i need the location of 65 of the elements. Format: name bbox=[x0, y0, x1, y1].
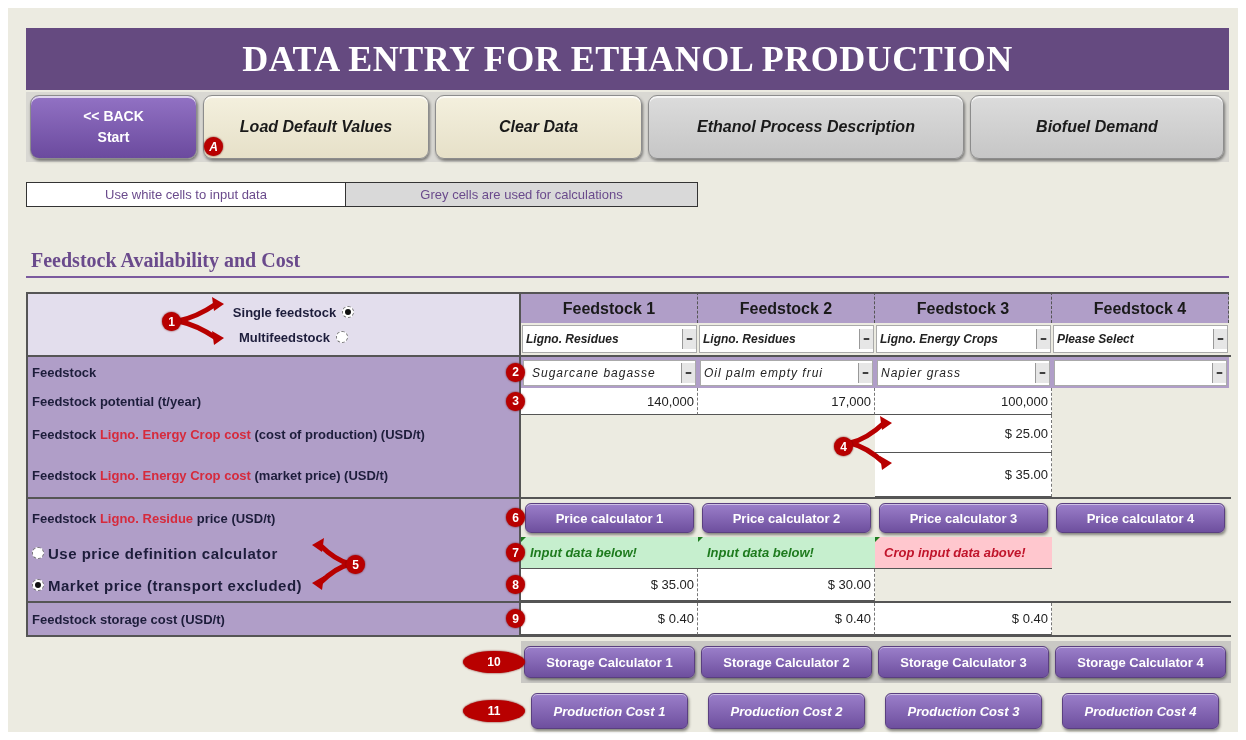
radio-button[interactable] bbox=[342, 306, 355, 318]
column-header: Feedstock 3 bbox=[875, 292, 1052, 323]
callout-marker: 1 bbox=[162, 312, 181, 331]
nav-button[interactable]: << BACK Start bbox=[30, 95, 197, 159]
value-cell[interactable]: $ 25.00 bbox=[875, 415, 1052, 453]
storage-calculator-button[interactable]: Storage Calculator 4 bbox=[1055, 646, 1226, 678]
column-header: Feedstock 4 bbox=[1052, 292, 1229, 323]
nav-button[interactable]: Load Default Values A bbox=[203, 95, 429, 159]
callout-marker: 10 bbox=[463, 651, 525, 673]
status-cell: Input data below! bbox=[698, 537, 875, 569]
dropdown-field[interactable]: Ligno. Energy Crops bbox=[876, 325, 1051, 353]
production-cost-button[interactable]: Production Cost 3 bbox=[885, 693, 1042, 729]
row-label: Feedstock storage cost (USD/t) bbox=[32, 611, 225, 627]
value-cell[interactable]: $ 0.40 bbox=[698, 603, 875, 635]
section-title: Feedstock Availability and Cost bbox=[26, 249, 1229, 278]
value-cell[interactable]: 100,000 bbox=[875, 388, 1052, 415]
dropdown-field[interactable]: Please Select bbox=[1053, 325, 1228, 353]
row-label: Feedstock Ligno. Energy Crop cost (cost of production) (USD/t) bbox=[32, 426, 425, 442]
status-cell: Crop input data above! bbox=[875, 537, 1052, 569]
nav-button[interactable]: Ethanol Process Description bbox=[648, 95, 964, 159]
value-cell[interactable]: $ 35.00 bbox=[875, 453, 1052, 497]
option-label: Use price definition calculator bbox=[48, 544, 278, 562]
value-cell[interactable]: $ 35.00 bbox=[521, 569, 698, 601]
value-cell[interactable]: 140,000 bbox=[521, 388, 698, 415]
callout-marker: A bbox=[204, 137, 223, 156]
storage-calculator-button[interactable]: Storage Calculator 2 bbox=[701, 646, 872, 678]
option-label: Multifeedstock bbox=[239, 329, 330, 345]
column-header: Feedstock 1 bbox=[521, 292, 698, 323]
option-label: Market price (transport excluded) bbox=[48, 576, 303, 594]
row-label: Feedstock Ligno. Residue price (USD/t) bbox=[32, 510, 276, 526]
legend-cell: Use white cells to input data bbox=[27, 183, 345, 206]
radio-button[interactable] bbox=[32, 547, 44, 559]
calculator-button[interactable]: Price calculator 2 bbox=[702, 503, 871, 533]
calculator-button[interactable]: Price calculator 3 bbox=[879, 503, 1048, 533]
status-cell: Input data below! bbox=[521, 537, 698, 569]
dropdown-field[interactable]: Ligno. Residues bbox=[699, 325, 874, 353]
dropdown-field[interactable]: Oil palm empty frui bbox=[700, 359, 873, 386]
column-header: Feedstock 2 bbox=[698, 292, 875, 323]
storage-calculator-button[interactable]: Storage Calculator 1 bbox=[524, 646, 695, 678]
value-cell[interactable]: $ 0.40 bbox=[521, 603, 698, 635]
nav-button[interactable]: Biofuel Demand bbox=[970, 95, 1224, 159]
value-cell[interactable]: 17,000 bbox=[698, 388, 875, 415]
radio-button[interactable] bbox=[336, 331, 348, 343]
row-label: Feedstock bbox=[32, 365, 97, 380]
production-cost-button[interactable]: Production Cost 1 bbox=[531, 693, 688, 729]
radio-button[interactable] bbox=[32, 579, 44, 591]
dropdown-field[interactable]: Ligno. Residues bbox=[522, 325, 697, 353]
row-label: Feedstock Ligno. Energy Crop cost (market price) (USD/t) bbox=[32, 467, 389, 483]
value-cell[interactable]: $ 0.40 bbox=[875, 603, 1052, 635]
storage-calculator-button[interactable]: Storage Calculator 3 bbox=[878, 646, 1049, 678]
dropdown-field[interactable] bbox=[1054, 359, 1227, 386]
production-cost-button[interactable]: Production Cost 4 bbox=[1062, 693, 1219, 729]
row-label: Feedstock potential (t/year) bbox=[32, 394, 202, 409]
option-label: Single feedstock bbox=[232, 304, 337, 320]
callout-marker: 11 bbox=[463, 700, 525, 722]
nav-button[interactable]: Clear Data bbox=[435, 95, 642, 159]
callout-marker: 4 bbox=[834, 437, 853, 456]
page-title: DATA ENTRY FOR ETHANOL PRODUCTION bbox=[26, 28, 1229, 90]
calculator-button[interactable]: Price calculator 1 bbox=[525, 503, 694, 533]
value-cell[interactable]: $ 30.00 bbox=[698, 569, 875, 601]
production-cost-button[interactable]: Production Cost 2 bbox=[708, 693, 865, 729]
legend-cell: Grey cells are used for calculations bbox=[345, 183, 697, 206]
dropdown-field[interactable]: Napier grass bbox=[877, 359, 1050, 386]
dropdown-field[interactable]: Sugarcane bagasse bbox=[523, 359, 696, 386]
calculator-button[interactable]: Price calculator 4 bbox=[1056, 503, 1225, 533]
